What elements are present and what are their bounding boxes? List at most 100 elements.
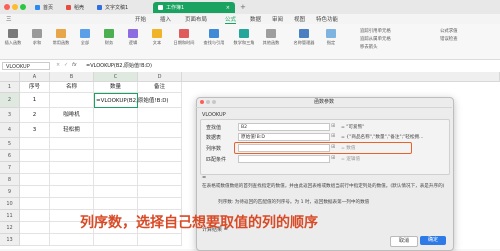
cell-b13[interactable]: [50, 234, 94, 246]
cell-b9[interactable]: [50, 186, 94, 198]
range-select-icon[interactable]: ⊞: [331, 123, 339, 131]
specify-button[interactable]: 指定: [320, 29, 342, 46]
cell-a13[interactable]: [20, 234, 50, 246]
cell-d5[interactable]: [138, 138, 182, 150]
cell-d9[interactable]: [138, 186, 182, 198]
cell-a5[interactable]: [20, 138, 50, 150]
name-box[interactable]: VLOOKUP: [2, 62, 50, 70]
row-header[interactable]: 7: [0, 162, 20, 174]
math-trig-button[interactable]: 数学和三角: [230, 29, 258, 46]
cell-b8[interactable]: [50, 174, 94, 186]
column-header-a[interactable]: A: [20, 72, 50, 82]
menu-hamburger[interactable]: 三: [6, 15, 12, 23]
row-header[interactable]: 12: [0, 222, 20, 234]
select-all-corner[interactable]: [0, 72, 20, 82]
cell-c8[interactable]: [94, 174, 138, 186]
fx-label[interactable]: fx: [72, 62, 77, 68]
error-check-button[interactable]: 错误检查: [440, 36, 458, 44]
cell-d8[interactable]: [138, 174, 182, 186]
remove-arrows-button[interactable]: 移去箭头: [360, 44, 391, 52]
row-header[interactable]: 4: [0, 123, 20, 138]
cell-c10[interactable]: [94, 198, 138, 210]
other-functions-button[interactable]: 其他函数: [260, 29, 282, 46]
name-manager-button[interactable]: 名称管理器: [290, 29, 318, 46]
new-tab-button[interactable]: +: [240, 3, 246, 11]
trace-dependents-button[interactable]: 追踪从属单元格: [360, 36, 391, 44]
cell-a2[interactable]: 1: [20, 93, 50, 108]
row-header[interactable]: 1: [0, 82, 20, 93]
row-header[interactable]: 8: [0, 174, 20, 186]
col-index-input[interactable]: [238, 144, 330, 152]
close-tab-icon[interactable]: ×: [226, 5, 230, 11]
menu-special[interactable]: 特色功能: [316, 15, 338, 23]
cell-c2[interactable]: =VLOOKUP(B2,原始值!B:D): [94, 93, 169, 108]
cell-d3[interactable]: [138, 108, 182, 123]
ok-button[interactable]: 确定: [420, 236, 446, 245]
trace-precedents-button[interactable]: 追踪引用单元格: [360, 28, 391, 36]
cell-c3[interactable]: [94, 108, 138, 123]
menu-insert[interactable]: 插入: [160, 15, 171, 23]
menu-formula[interactable]: 公式: [225, 15, 237, 24]
cell-d13[interactable]: [138, 234, 182, 246]
menu-data[interactable]: 数据: [250, 15, 261, 23]
row-header[interactable]: 6: [0, 150, 20, 162]
cell-b1[interactable]: 名称: [50, 82, 94, 93]
range-select-icon[interactable]: ⊞: [331, 155, 339, 163]
cell-d10[interactable]: [138, 198, 182, 210]
menu-view[interactable]: 视图: [294, 15, 305, 23]
range-select-icon[interactable]: ⊞: [331, 133, 339, 141]
table-array-input[interactable]: 原始值!B:D: [238, 133, 330, 141]
all-functions-button[interactable]: 全部: [74, 29, 96, 46]
cell-d6[interactable]: [138, 150, 182, 162]
column-header-d[interactable]: D: [138, 72, 182, 82]
common-functions-button[interactable]: 常用函数: [50, 29, 72, 46]
cell-b7[interactable]: [50, 162, 94, 174]
tab-docer[interactable]: 稻壳: [61, 2, 91, 13]
maximize-window-button[interactable]: [20, 4, 26, 10]
cell-a6[interactable]: [20, 150, 50, 162]
finance-button[interactable]: 财务: [98, 29, 120, 46]
cell-b5[interactable]: [50, 138, 94, 150]
cell-a11[interactable]: [20, 210, 50, 222]
column-header-c[interactable]: C: [94, 72, 138, 82]
minimize-window-button[interactable]: [12, 4, 18, 10]
cell-a9[interactable]: [20, 186, 50, 198]
column-header-b[interactable]: B: [50, 72, 94, 82]
cell-a8[interactable]: [20, 174, 50, 186]
tab-workbook[interactable]: 工作簿1 ×: [153, 2, 235, 13]
evaluate-formula-button[interactable]: 公式求值: [440, 28, 458, 36]
text-button[interactable]: 文本: [146, 29, 168, 46]
menu-start[interactable]: 开始: [135, 15, 146, 23]
cell-a1[interactable]: 序号: [20, 82, 50, 93]
row-header[interactable]: 9: [0, 186, 20, 198]
insert-function-button[interactable]: 插入函数: [2, 29, 24, 46]
cell-a10[interactable]: [20, 198, 50, 210]
lookup-reference-button[interactable]: 查找与引用: [200, 29, 228, 46]
cell-a4[interactable]: 3: [20, 123, 50, 138]
formula-input[interactable]: =VLOOKUP(B2,原始值!B:D): [86, 62, 152, 69]
cell-a12[interactable]: [20, 222, 50, 234]
menu-review[interactable]: 审阅: [272, 15, 283, 23]
tab-home[interactable]: 首页: [30, 2, 60, 13]
cell-c13[interactable]: [94, 234, 138, 246]
range-select-icon[interactable]: ⊞: [331, 144, 339, 152]
confirm-formula-icon[interactable]: ✓: [64, 62, 68, 68]
close-window-button[interactable]: [4, 4, 10, 10]
cell-b6[interactable]: [50, 150, 94, 162]
row-header[interactable]: 10: [0, 198, 20, 210]
range-lookup-input[interactable]: [238, 155, 330, 163]
cancel-formula-icon[interactable]: ×: [56, 62, 60, 68]
cell-b3[interactable]: 咖啡机: [50, 108, 94, 123]
row-header[interactable]: 11: [0, 210, 20, 222]
cell-c6[interactable]: [94, 150, 138, 162]
cell-c4[interactable]: [94, 123, 138, 138]
tab-document[interactable]: 文字文稿1: [92, 2, 152, 13]
row-header[interactable]: 2: [0, 93, 20, 108]
lookup-value-input[interactable]: B2: [238, 123, 330, 131]
cell-d1[interactable]: 备注: [138, 82, 182, 93]
cell-c1[interactable]: 数量: [94, 82, 138, 93]
cancel-button[interactable]: 取消: [390, 236, 418, 247]
cell-d4[interactable]: [138, 123, 182, 138]
cell-c7[interactable]: [94, 162, 138, 174]
row-header[interactable]: 13: [0, 234, 20, 246]
